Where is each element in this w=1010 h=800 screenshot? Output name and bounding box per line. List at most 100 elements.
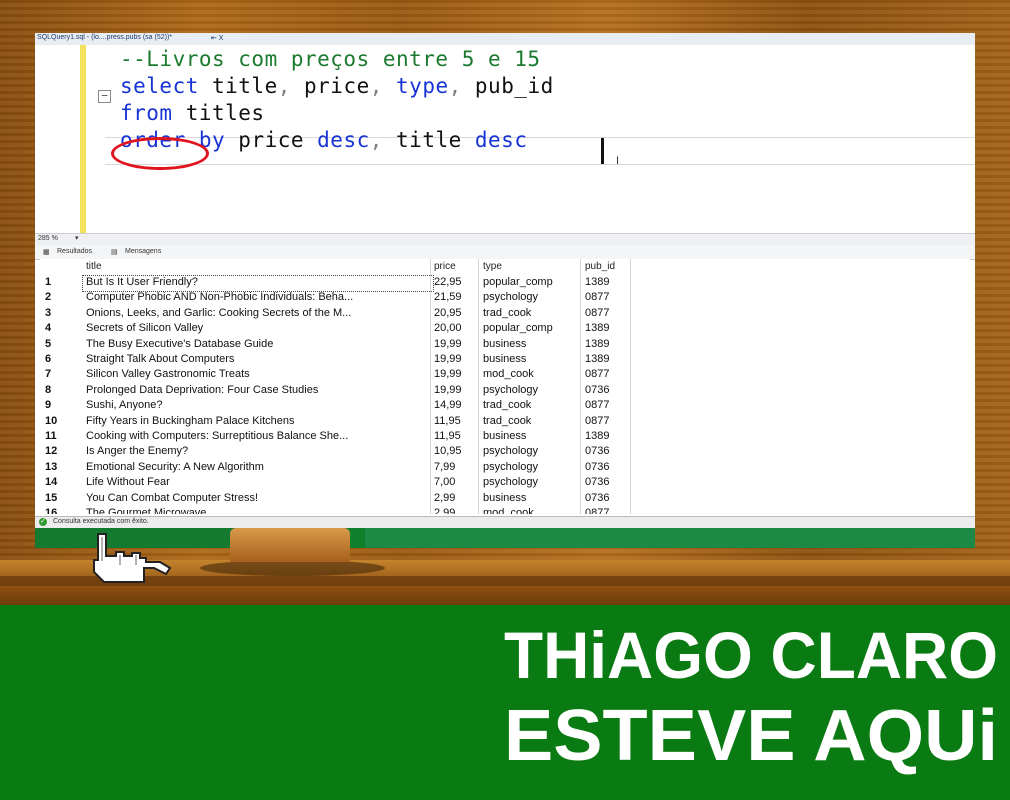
- cell-price[interactable]: 7,99: [434, 461, 455, 473]
- cell-price[interactable]: 14,99: [434, 399, 462, 411]
- table-row[interactable]: 6 Straight Talk About Computers 19,99 busin…: [40, 353, 970, 368]
- cell-price[interactable]: 19,99: [434, 353, 462, 365]
- cell-pub-id[interactable]: 0877: [585, 507, 609, 514]
- cell-pub-id[interactable]: 0877: [585, 399, 609, 411]
- cell-pub-id[interactable]: 1389: [585, 276, 609, 288]
- table-row[interactable]: 8 Prolonged Data Deprivation: Four Case S…: [40, 384, 970, 399]
- table-row[interactable]: 16 The Gourmet Microwave 2,99 mod_cook 0877: [40, 507, 970, 514]
- cell-title[interactable]: Secrets of Silicon Valley: [86, 322, 429, 334]
- cell-price[interactable]: 20,00: [434, 322, 462, 334]
- cell-title[interactable]: Sushi, Anyone?: [86, 399, 429, 411]
- cell-title[interactable]: You Can Combat Computer Stress!: [86, 492, 429, 504]
- table-row[interactable]: 5 The Busy Executive's Database Guide 19,9…: [40, 338, 970, 353]
- cell-type[interactable]: psychology: [483, 384, 575, 396]
- cell-title[interactable]: Straight Talk About Computers: [86, 353, 429, 365]
- cell-type[interactable]: popular_comp: [483, 322, 575, 334]
- tab-close-icon[interactable]: ⇤ X: [211, 34, 223, 42]
- cell-pub-id[interactable]: 0877: [585, 307, 609, 319]
- cell-price[interactable]: 10,95: [434, 445, 462, 457]
- cell-pub-id[interactable]: 0877: [585, 415, 609, 427]
- zoom-select[interactable]: 285 %: [38, 235, 58, 242]
- table-row[interactable]: 3 Onions, Leeks, and Garlic: Cooking Secr…: [40, 307, 970, 322]
- check-icon: ✓: [39, 518, 47, 526]
- table-row[interactable]: 1 But Is It User Friendly? 22,95 popular_co…: [40, 276, 970, 291]
- cell-type[interactable]: mod_cook: [483, 368, 575, 380]
- cell-title[interactable]: Onions, Leeks, and Garlic: Cooking Secre…: [86, 307, 429, 319]
- tray-right: [365, 528, 975, 548]
- tab-results[interactable]: Resultados: [57, 248, 92, 255]
- cell-title[interactable]: The Gourmet Microwave: [86, 507, 429, 514]
- cell-type[interactable]: business: [483, 353, 575, 365]
- cell-pub-id[interactable]: 1389: [585, 430, 609, 442]
- results-grid[interactable]: title price type pub_id 1 But Is It User …: [40, 259, 970, 514]
- cell-title[interactable]: Fifty Years in Buckingham Palace Kitchen…: [86, 415, 429, 427]
- table-row[interactable]: 4 Secrets of Silicon Valley 20,00 popular_c…: [40, 322, 970, 337]
- code-token: price: [225, 128, 305, 152]
- table-row[interactable]: 9 Sushi, Anyone? 14,99 trad_cook 0877: [40, 399, 970, 414]
- cell-title[interactable]: Life Without Fear: [86, 476, 429, 488]
- query-editor[interactable]: − --Livros com preços entre 5 e 15 selec…: [35, 45, 975, 233]
- cell-pub-id[interactable]: 0877: [585, 368, 609, 380]
- cell-pub-id[interactable]: 1389: [585, 353, 609, 365]
- chevron-down-icon[interactable]: ▾: [75, 234, 79, 242]
- cell-price[interactable]: 19,99: [434, 384, 462, 396]
- cell-title[interactable]: Cooking with Computers: Surreptitious Ba…: [86, 430, 429, 442]
- cell-type[interactable]: psychology: [483, 461, 575, 473]
- cell-price[interactable]: 11,95: [434, 430, 461, 442]
- cell-type[interactable]: business: [483, 430, 575, 442]
- table-row[interactable]: 2 Computer Phobic AND Non-Phobic Individu…: [40, 291, 970, 306]
- code-token: from: [120, 101, 173, 125]
- cell-price[interactable]: 22,95: [434, 276, 462, 288]
- cell-price[interactable]: 19,99: [434, 338, 462, 350]
- cell-price[interactable]: 19,99: [434, 368, 462, 380]
- cell-type[interactable]: mod_cook: [483, 507, 575, 514]
- cell-title[interactable]: Silicon Valley Gastronomic Treats: [86, 368, 429, 380]
- cell-price[interactable]: 20,95: [434, 307, 462, 319]
- cell-price[interactable]: 21,59: [434, 291, 462, 303]
- cell-pub-id[interactable]: 0736: [585, 476, 609, 488]
- cell-title[interactable]: Emotional Security: A New Algorithm: [86, 461, 429, 473]
- collapse-icon[interactable]: −: [98, 90, 111, 103]
- column-header-price[interactable]: price: [434, 261, 456, 272]
- cell-type[interactable]: psychology: [483, 291, 575, 303]
- cell-pub-id[interactable]: 0736: [585, 445, 609, 457]
- cell-type[interactable]: business: [483, 492, 575, 504]
- table-row[interactable]: 13 Emotional Security: A New Algorithm 7,9…: [40, 461, 970, 476]
- column-header-type[interactable]: type: [483, 261, 502, 272]
- cell-pub-id[interactable]: 0736: [585, 461, 609, 473]
- cell-title[interactable]: Prolonged Data Deprivation: Four Case St…: [86, 384, 429, 396]
- cell-price[interactable]: 11,95: [434, 415, 461, 427]
- cell-type[interactable]: trad_cook: [483, 415, 575, 427]
- cell-type[interactable]: psychology: [483, 445, 575, 457]
- cell-pub-id[interactable]: 1389: [585, 338, 609, 350]
- text-caret: [601, 138, 604, 164]
- cell-price[interactable]: 7,00: [434, 476, 455, 488]
- cell-title[interactable]: Is Anger the Enemy?: [86, 445, 429, 457]
- cell-type[interactable]: trad_cook: [483, 307, 575, 319]
- table-row[interactable]: 10 Fifty Years in Buckingham Palace Kitch…: [40, 415, 970, 430]
- table-row[interactable]: 11 Cooking with Computers: Surreptitious …: [40, 430, 970, 445]
- cell-type[interactable]: trad_cook: [483, 399, 575, 411]
- cell-type[interactable]: popular_comp: [483, 276, 575, 288]
- table-row[interactable]: 12 Is Anger the Enemy? 10,95 psychology 0736: [40, 445, 970, 460]
- row-number: 3: [45, 306, 52, 319]
- table-row[interactable]: 14 Life Without Fear 7,00 psychology 0736: [40, 476, 970, 491]
- cell-pub-id[interactable]: 1389: [585, 322, 609, 334]
- cell-type[interactable]: psychology: [483, 476, 575, 488]
- cell-title[interactable]: The Busy Executive's Database Guide: [86, 338, 429, 350]
- cell-type[interactable]: business: [483, 338, 575, 350]
- cell-pub-id[interactable]: 0736: [585, 384, 609, 396]
- tab-messages[interactable]: Mensagens: [125, 248, 161, 255]
- cell-price[interactable]: 2,99: [434, 492, 455, 504]
- column-header-pub-id[interactable]: pub_id: [585, 261, 615, 272]
- cell-price[interactable]: 2,99: [434, 507, 455, 514]
- table-row[interactable]: 15 You Can Combat Computer Stress! 2,99 bus…: [40, 492, 970, 507]
- query-tab[interactable]: SQLQuery1.sql - (lo....press.pubs (sa (5…: [37, 34, 172, 41]
- table-row[interactable]: 7 Silicon Valley Gastronomic Treats 19,99 m…: [40, 368, 970, 383]
- column-header-title[interactable]: title: [86, 261, 102, 272]
- cell-pub-id[interactable]: 0877: [585, 291, 609, 303]
- cell-pub-id[interactable]: 0736: [585, 492, 609, 504]
- cell-title[interactable]: But Is It User Friendly?: [86, 276, 429, 288]
- status-text: Consulta executada com êxito.: [53, 518, 149, 525]
- cell-title[interactable]: Computer Phobic AND Non-Phobic Individua…: [86, 291, 429, 303]
